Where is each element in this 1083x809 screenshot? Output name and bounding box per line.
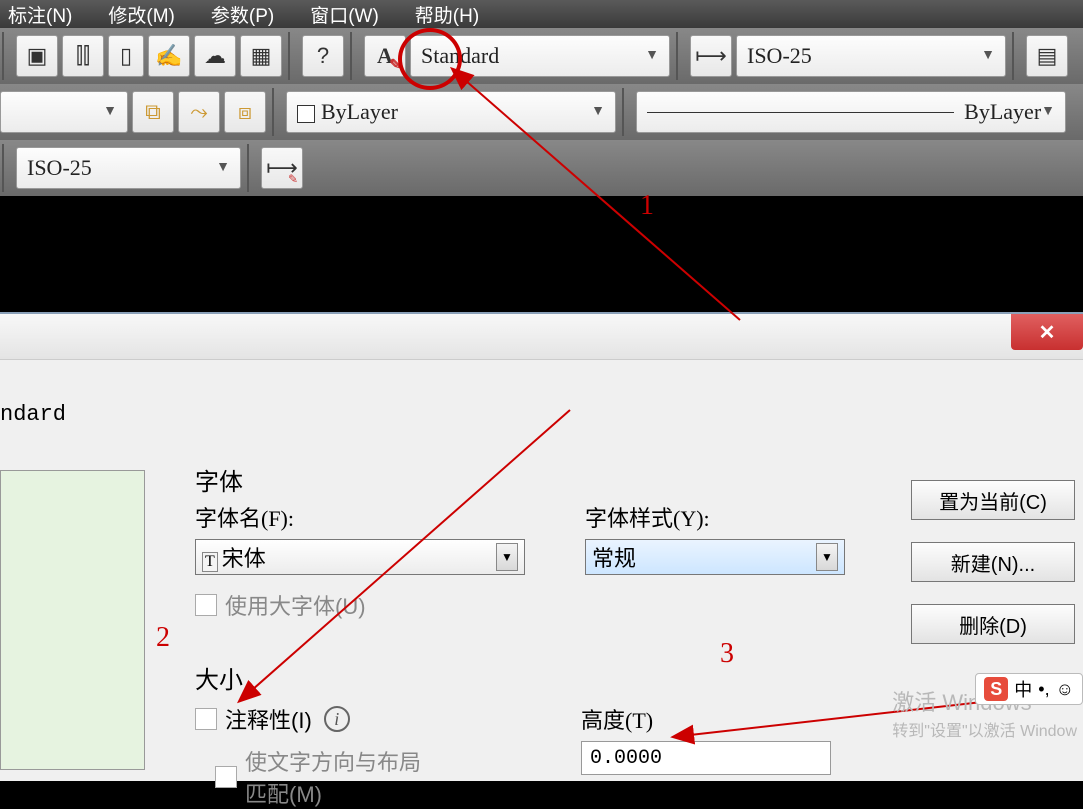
info-icon[interactable]: i (324, 706, 350, 732)
menu-help[interactable]: 帮助(H) (415, 1, 479, 28)
dim-style-value: ISO-25 (747, 43, 812, 69)
close-button[interactable]: ✕ (1011, 314, 1083, 350)
toolbar-separator (2, 32, 10, 80)
color-dropdown[interactable]: ▼ (0, 91, 128, 133)
layer-stack-icon[interactable]: ⧉ (132, 91, 174, 133)
style-preview-box (0, 470, 145, 770)
toolbar-separator (1012, 32, 1020, 80)
match-orient-checkbox (215, 766, 237, 788)
ime-cn[interactable]: 中 (1014, 676, 1032, 702)
font-name-combo[interactable]: T宋体 ▼ (195, 539, 525, 575)
dim-style-icon[interactable]: ⟼ (690, 35, 732, 77)
tool-icon-1[interactable]: ▣ (16, 35, 58, 77)
ime-face-icon[interactable]: ☺ (1056, 679, 1074, 700)
dropdown-arrow-icon: ▼ (496, 543, 518, 571)
dim-update-icon[interactable]: ⟼✎ (261, 147, 303, 189)
bylayer-value: ByLayer (297, 99, 398, 125)
menu-annotate[interactable]: 标注(N) (8, 1, 72, 28)
menu-window[interactable]: 窗口(W) (310, 1, 379, 28)
layer-color-dropdown[interactable]: ByLayer ▼ (286, 91, 616, 133)
ime-toolbar[interactable]: S 中 •, ☺ (975, 673, 1083, 705)
font-style-value: 常规 (592, 541, 636, 573)
match-orient-label-1: 使文字方向与布局 (245, 745, 421, 777)
dim-style-dropdown[interactable]: ISO-25 ▼ (736, 35, 1006, 77)
delete-button[interactable]: 删除(D) (911, 604, 1075, 644)
dropdown-arrow-icon: ▼ (981, 48, 995, 64)
height-input[interactable] (581, 741, 831, 775)
annotative-checkbox[interactable] (195, 708, 217, 730)
bigfont-checkbox (195, 594, 217, 616)
dropdown-arrow-icon: ▼ (103, 104, 117, 120)
text-style-dropdown[interactable]: Standard ▼ (410, 35, 670, 77)
tool-icon-4[interactable]: ✍ (148, 35, 190, 77)
linetype-preview (647, 112, 954, 113)
dim-style-value-2: ISO-25 (27, 155, 92, 181)
toolbar-separator (350, 32, 358, 80)
size-section: 大小 注释性(I) i 使文字方向与布局 匹配(M) 高度(T) (195, 660, 865, 809)
tool-table-icon[interactable]: ▦ (240, 35, 282, 77)
toolbar-separator (2, 144, 10, 192)
dropdown-arrow-icon: ▼ (645, 48, 659, 64)
menu-params[interactable]: 参数(P) (211, 1, 274, 28)
set-current-button[interactable]: 置为当前(C) (911, 480, 1075, 520)
font-style-label: 字体样式(Y): (585, 501, 845, 533)
help-icon[interactable]: ? (302, 35, 344, 77)
font-name-label: 字体名(F): (195, 501, 525, 533)
dropdown-arrow-icon: ▼ (216, 160, 230, 176)
linetype-value: ByLayer (964, 99, 1041, 125)
annotation-label-1: 1 (640, 190, 654, 222)
watermark-line2: 转到"设置"以激活 Window (892, 717, 1077, 741)
linetype-dropdown[interactable]: ByLayer ▼ (636, 91, 1066, 133)
font-name-value: 宋体 (222, 546, 266, 571)
tool-icon-3[interactable]: ▯ (108, 35, 144, 77)
toolbar-row-1: ▣ ⫿⫿ ▯ ✍ ☁ ▦ ? A✎ Standard ▼ ⟼ ISO-25 ▼ … (0, 28, 1083, 84)
tool-revcloud-icon[interactable]: ☁ (194, 35, 236, 77)
tool-icon-end[interactable]: ▤ (1026, 35, 1068, 77)
truetype-icon: T (202, 552, 218, 572)
font-section: 字体 字体名(F): T宋体 ▼ 字体样式(Y): 常规 ▼ 使用大字体(U) (195, 462, 865, 621)
text-style-icon[interactable]: A✎ (364, 35, 406, 77)
annotative-label: 注释性(I) (225, 703, 312, 735)
dialog-titlebar[interactable]: ✕ (0, 314, 1083, 360)
new-button[interactable]: 新建(N)... (911, 542, 1075, 582)
menubar: 标注(N) 修改(M) 参数(P) 窗口(W) 帮助(H) (0, 0, 1083, 28)
ime-punct[interactable]: •, (1038, 679, 1049, 700)
drawing-area[interactable] (0, 196, 1083, 312)
toolbar-separator (676, 32, 684, 80)
text-style-value: Standard (421, 43, 499, 69)
annotation-label-2: 2 (156, 622, 170, 654)
dim-style-dropdown-2[interactable]: ISO-25 ▼ (16, 147, 241, 189)
layer-props-icon[interactable]: ⧈ (224, 91, 266, 133)
toolbar-row-3: ISO-25 ▼ ⟼✎ (0, 140, 1083, 196)
toolbar-separator (288, 32, 296, 80)
toolbar-separator (622, 88, 630, 136)
toolbar-separator (272, 88, 280, 136)
ime-logo-icon: S (984, 677, 1008, 701)
height-label: 高度(T) (581, 703, 831, 735)
style-name-partial: ndard (0, 402, 66, 427)
annotation-label-3: 3 (720, 638, 734, 670)
tool-icon-2[interactable]: ⫿⫿ (62, 35, 104, 77)
font-style-combo[interactable]: 常规 ▼ (585, 539, 845, 575)
font-section-title: 字体 (195, 462, 865, 497)
toolbar-separator (247, 144, 255, 192)
menu-modify[interactable]: 修改(M) (108, 1, 174, 28)
size-section-title: 大小 (195, 660, 865, 695)
toolbar-row-2: ▼ ⧉ ⤳ ⧈ ByLayer ▼ ByLayer ▼ (0, 84, 1083, 140)
dialog-button-column: 置为当前(C) 新建(N)... 删除(D) (911, 480, 1075, 644)
dropdown-arrow-icon: ▼ (1041, 104, 1055, 120)
dropdown-arrow-icon: ▼ (591, 104, 605, 120)
bigfont-label: 使用大字体(U) (225, 589, 366, 621)
layer-import-icon[interactable]: ⤳ (178, 91, 220, 133)
dropdown-arrow-icon: ▼ (816, 543, 838, 571)
match-orient-label-2: 匹配(M) (245, 777, 421, 809)
